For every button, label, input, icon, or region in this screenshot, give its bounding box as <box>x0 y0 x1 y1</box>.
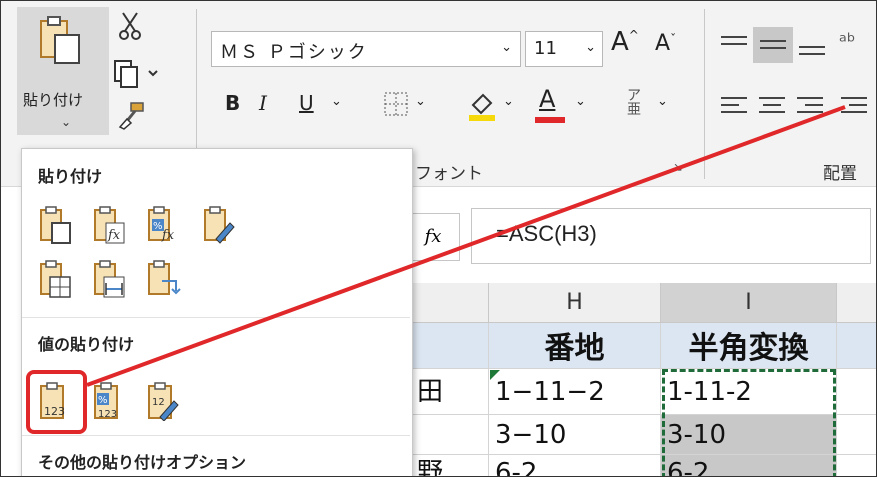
font-size-select[interactable]: 11 ⌄ <box>525 31 603 67</box>
chevron-down-icon[interactable]: ⌄ <box>331 95 342 108</box>
column-header-g[interactable] <box>411 283 489 323</box>
copy-selection-border <box>662 369 836 476</box>
dialog-launcher-icon[interactable]: ↘ <box>673 161 683 173</box>
paste-icon[interactable] <box>38 205 74 245</box>
menu-separator <box>22 435 410 436</box>
align-left-icon[interactable] <box>719 95 749 119</box>
font-color-swatch <box>535 117 565 123</box>
paste-label: 貼り付け <box>23 91 84 109</box>
align-right-icon[interactable] <box>795 95 825 119</box>
alignment-group-label: 配置 <box>823 164 857 184</box>
font-name-value: ＭＳ Ｐゴシック <box>220 42 368 63</box>
clipboard-icon <box>40 16 80 64</box>
grow-font-icon: A <box>611 27 629 57</box>
paste-button[interactable]: 貼り付け ⌄ <box>17 7 109 135</box>
excel-window: 貼り付け ⌄ ＭＳ Ｐゴシック ⌄ 11 ⌄ A^ Aˇ B I U ⌄ ⌄ ⌄… <box>0 0 877 477</box>
align-middle-icon <box>760 40 786 49</box>
table-cell[interactable] <box>411 415 489 455</box>
chevron-down-icon[interactable]: ⌄ <box>503 95 514 108</box>
grow-font-button[interactable]: A^ <box>611 29 639 55</box>
formula-input[interactable]: =ASC(H3) <box>471 208 871 264</box>
scissors-icon[interactable] <box>117 11 143 41</box>
up-caret-icon: ^ <box>628 28 639 42</box>
align-bottom-icon[interactable] <box>797 33 827 59</box>
font-group-label: フォント <box>415 164 483 184</box>
callout-highlight-box <box>26 370 87 434</box>
chevron-down-icon: ⌄ <box>585 40 596 55</box>
font-name-select[interactable]: ＭＳ Ｐゴシック ⌄ <box>211 31 521 67</box>
format-painter-icon[interactable] <box>117 101 147 131</box>
paste-values-source-format-icon[interactable]: 12 <box>146 381 182 421</box>
table-header-cell[interactable]: 番地 <box>489 323 661 369</box>
svg-text:fx: fx <box>107 228 121 243</box>
paste-formulas-number-format-icon[interactable]: % fx <box>146 205 182 245</box>
shrink-font-button[interactable]: Aˇ <box>655 33 676 55</box>
align-top-icon[interactable] <box>719 33 749 57</box>
svg-text:123: 123 <box>98 409 117 420</box>
paste-values-number-format-icon[interactable]: % 123 <box>92 381 128 421</box>
shrink-font-icon: A <box>655 31 671 56</box>
fill-color-icon[interactable] <box>467 89 497 123</box>
svg-text:%: % <box>98 395 108 406</box>
table-cell[interactable]: 6-2 <box>489 455 661 476</box>
paste-keep-column-widths-icon[interactable] <box>92 259 128 299</box>
italic-button[interactable]: I <box>259 93 267 113</box>
orientation-icon[interactable]: ᵃᵇ <box>839 31 855 51</box>
font-size-value: 11 <box>534 38 557 59</box>
table-cell[interactable] <box>411 323 489 369</box>
menu-separator <box>22 317 410 318</box>
borders-icon[interactable] <box>383 91 409 117</box>
column-header-j[interactable] <box>837 283 876 323</box>
error-indicator-icon <box>490 370 500 380</box>
table-cell[interactable]: 3−10 <box>489 415 661 455</box>
table-cell[interactable] <box>837 369 876 415</box>
bold-button[interactable]: B <box>225 93 240 113</box>
paste-formulas-icon[interactable]: fx <box>92 205 128 245</box>
font-color-button[interactable]: A <box>539 87 555 111</box>
table-cell[interactable]: 1−11−2 <box>489 369 661 415</box>
table-cell[interactable]: 田 <box>411 369 489 415</box>
down-caret-icon: ˇ <box>670 32 677 46</box>
underline-button[interactable]: U <box>299 93 314 113</box>
fx-icon: fx <box>424 226 442 247</box>
column-header-i[interactable]: I <box>661 283 837 323</box>
svg-text:fx: fx <box>161 228 175 243</box>
chevron-down-icon: ⌄ <box>501 40 514 55</box>
table-cell[interactable] <box>837 323 876 369</box>
decrease-indent-icon[interactable] <box>839 95 869 119</box>
font-color-letter: A <box>539 85 556 113</box>
paste-transpose-icon[interactable] <box>146 259 182 299</box>
menu-section-paste: 貼り付け <box>38 167 103 186</box>
paste-keep-source-format-icon[interactable] <box>202 205 238 245</box>
align-center-icon[interactable] <box>757 95 787 119</box>
ribbon-separator <box>704 9 705 179</box>
copy-icon[interactable] <box>113 59 159 89</box>
menu-section-paste-values: 値の貼り付け <box>38 335 135 354</box>
phonetic-icon[interactable]: ア亜 <box>627 89 641 117</box>
table-cell[interactable]: 野 <box>411 455 489 476</box>
chevron-down-icon[interactable]: ⌄ <box>575 95 586 108</box>
insert-function-button[interactable]: fx <box>406 213 460 261</box>
svg-text:12: 12 <box>152 397 165 408</box>
chevron-down-icon: ⌄ <box>61 115 72 129</box>
paste-no-borders-icon[interactable] <box>38 259 74 299</box>
column-header-h[interactable]: H <box>489 283 661 323</box>
menu-section-other-paste-options: その他の貼り付けオプション <box>38 453 247 472</box>
chevron-down-icon[interactable]: ⌄ <box>415 95 426 108</box>
table-header-cell[interactable]: 半角変換 <box>661 323 837 369</box>
chevron-down-icon[interactable]: ⌄ <box>657 95 668 108</box>
table-cell[interactable] <box>837 415 876 455</box>
